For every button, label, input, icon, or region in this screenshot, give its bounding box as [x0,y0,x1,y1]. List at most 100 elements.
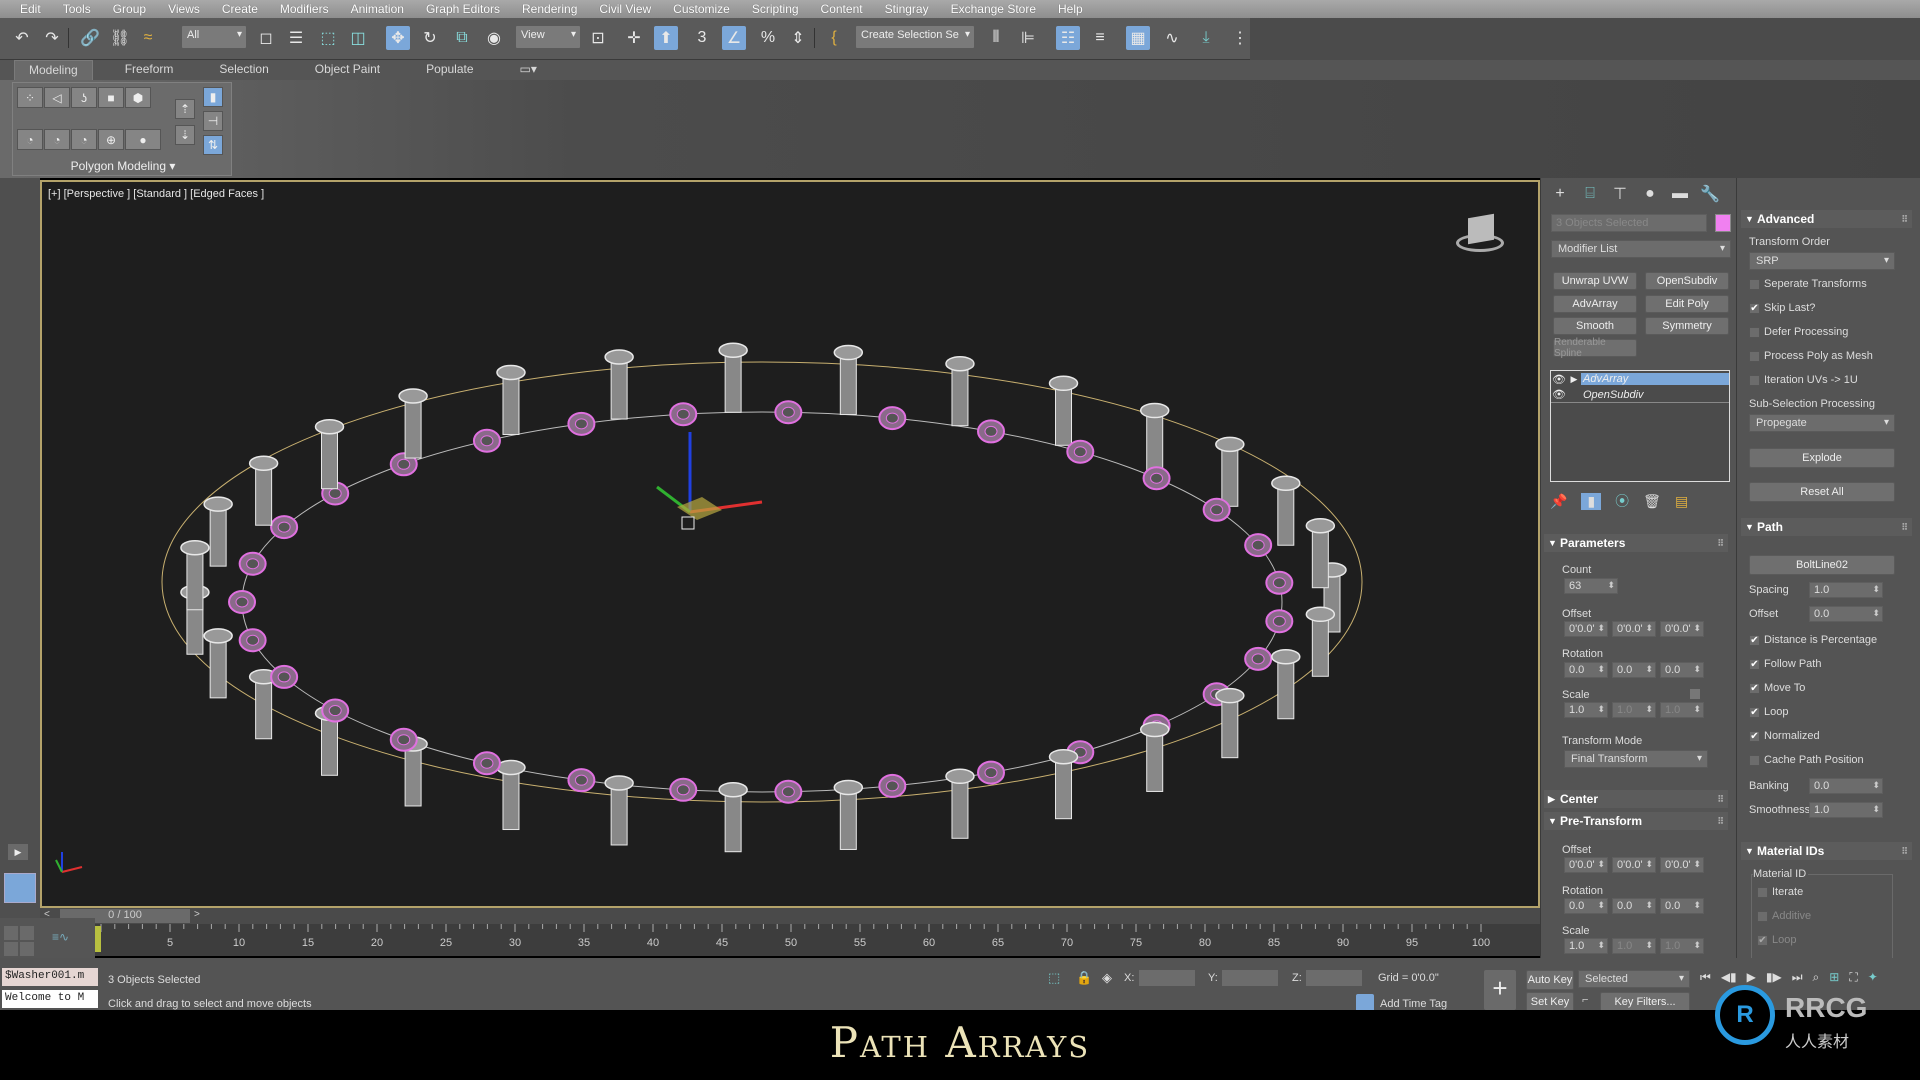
bolt[interactable] [945,355,975,427]
viewcube[interactable] [1450,212,1510,256]
pre-rotation-z-spinner[interactable]: 0.0 [1660,898,1704,914]
count-spinner[interactable]: 63 [1564,578,1618,594]
checkbox-box[interactable] [1749,374,1760,386]
washer[interactable] [270,664,299,689]
move-to-checkbox[interactable]: ✔ Move To [1749,682,1805,694]
rotation-y-spinner[interactable]: 0.0 [1612,662,1656,678]
iterate-checkbox[interactable]: Iterate [1757,886,1803,898]
link-icon[interactable]: 🔗 [78,26,102,50]
ribbon-tab-populate[interactable]: Populate [412,60,487,80]
ribbon-tab-selection[interactable]: Selection [205,60,282,80]
washer[interactable] [774,400,803,425]
washer[interactable] [977,760,1006,785]
menu-animation[interactable]: Animation [351,2,404,16]
go-to-start-icon[interactable]: ⏮ [1700,970,1711,985]
washer[interactable] [1265,609,1294,634]
viewport-layout-tab[interactable] [4,873,36,903]
utilities-tab-icon[interactable]: 🔧 [1697,183,1723,205]
cache-path-position-checkbox[interactable]: Cache Path Position [1749,754,1864,766]
scale-y-spinner[interactable]: 1.0 [1612,702,1656,718]
bolt[interactable] [496,759,526,831]
select-and-move-icon[interactable]: ✥ [386,26,410,50]
menu-tools[interactable]: Tools [63,2,91,16]
washer[interactable] [1202,497,1231,522]
checkbox-box[interactable] [1749,754,1760,766]
mirror-icon[interactable]: ⫴ [984,26,1008,50]
show-end-result-icon[interactable]: ▮ [1581,492,1602,510]
set-key-button[interactable]: Set Key [1526,992,1574,1012]
normalized-checkbox[interactable]: ✔ Normalized [1749,730,1820,742]
checkbox-box[interactable]: ✔ [1749,706,1760,718]
bolt[interactable] [1215,687,1245,759]
washer[interactable] [321,698,350,723]
pre-offset-y-spinner[interactable]: 0'0.0' [1612,857,1656,873]
z-coordinate-field[interactable] [1306,970,1362,986]
rotation-x-spinner[interactable]: 0.0 [1564,662,1608,678]
washer[interactable] [472,428,501,453]
ribbon-tab-freeform[interactable]: Freeform [111,60,188,80]
make-unique-icon[interactable]: ⦿ [1615,491,1629,511]
ribbon-tab-object-paint[interactable]: Object Paint [301,60,394,80]
menu-group[interactable]: Group [113,2,146,16]
polygon-modeling-label[interactable]: Polygon Modeling ▾ [13,159,233,173]
zoom-extents-icon[interactable]: ⛶ [1849,970,1857,985]
isolate-selection-icon[interactable]: ⬚ [1048,970,1060,986]
select-by-name-icon[interactable]: ☰ [284,26,308,50]
menu-scripting[interactable]: Scripting [752,2,799,16]
select-and-scale-icon[interactable]: ⧉ [450,26,474,50]
modifier-list-dropdown[interactable]: Modifier List [1551,240,1731,258]
bolt[interactable] [718,342,748,413]
select-and-rotate-icon[interactable]: ↻ [418,26,442,50]
element-mode-icon[interactable]: ⬢ [125,87,151,108]
parameters-rollout-header[interactable]: ▼ Parameters ⠿ [1544,534,1728,552]
uniform-scale-checkbox[interactable] [1690,689,1700,699]
skip-last-checkbox[interactable]: ✔ Skip Last? [1749,302,1815,314]
curve-editor-mini-icon[interactable]: ≡∿ [52,930,69,944]
pre-offset-z-spinner[interactable]: 0'0.0' [1660,857,1704,873]
bolt[interactable] [604,775,634,846]
menu-graph-editors[interactable]: Graph Editors [426,2,500,16]
additive-checkbox[interactable]: Additive [1757,910,1811,922]
washer[interactable] [1244,533,1273,558]
select-object-icon[interactable]: ◻ [254,26,278,50]
spinner-snap-icon[interactable]: ⇕ [786,26,810,50]
previous-key-icon[interactable]: ◀▮ [1721,970,1737,985]
selection-lock-icon[interactable]: 🔒 [1076,970,1092,986]
bolt[interactable] [398,388,428,459]
ribbon-toggle-icon[interactable]: ▦ [1126,26,1150,50]
washer[interactable] [774,779,803,804]
motion-tab-icon[interactable]: ● [1637,183,1663,205]
object-name-field[interactable]: 3 Objects Selected [1551,214,1707,232]
scene-canvas[interactable] [42,182,1538,906]
menu-civil-view[interactable]: Civil View [599,2,651,16]
bolt[interactable] [604,349,634,420]
orbit-icon[interactable]: ✦ [1868,970,1878,985]
checkbox-box[interactable] [1749,350,1760,362]
percent-snap-icon[interactable]: % [756,26,780,50]
washer[interactable] [1066,439,1095,464]
remove-modifier-icon[interactable]: 🗑 [1643,493,1661,510]
washer[interactable] [669,777,698,802]
material-ids-rollout-header[interactable]: ▼ Material IDs ⠿ [1741,842,1912,860]
modifier-stack[interactable]: 👁 ▶ AdvArray 👁 OpenSubdiv [1550,370,1730,482]
add-time-tag-button[interactable]: Add Time Tag [1380,998,1447,1010]
menu-edit[interactable]: Edit [20,2,41,16]
smooth-button[interactable]: Smooth [1553,317,1637,335]
path-pick-button[interactable]: BoltLine02 [1749,555,1895,575]
key-filters-button[interactable]: Key Filters... [1600,992,1690,1012]
process-poly-as-mesh-checkbox[interactable]: Process Poly as Mesh [1749,350,1873,362]
expand-triangle-icon[interactable]: ▶ [1567,374,1581,385]
move-gizmo[interactable] [656,432,763,530]
vertex-mode-icon[interactable]: ⁘ [17,87,43,108]
redo-icon[interactable]: ↷ [40,26,64,50]
menu-customize[interactable]: Customize [673,2,730,16]
eye-icon[interactable]: 👁 [1551,373,1567,386]
maxscript-listener-input[interactable]: Welcome to M [2,990,98,1008]
advarray-button[interactable]: AdvArray [1553,295,1637,313]
bolt[interactable] [718,781,748,853]
banking-spinner[interactable]: 0.0 [1809,778,1883,794]
washer[interactable] [270,515,299,540]
key-tangent-icon[interactable]: ⌐ [1582,994,1588,1006]
spacing-spinner[interactable]: 1.0 [1809,582,1883,598]
zoom-icon[interactable]: ⌕ [1813,970,1820,985]
